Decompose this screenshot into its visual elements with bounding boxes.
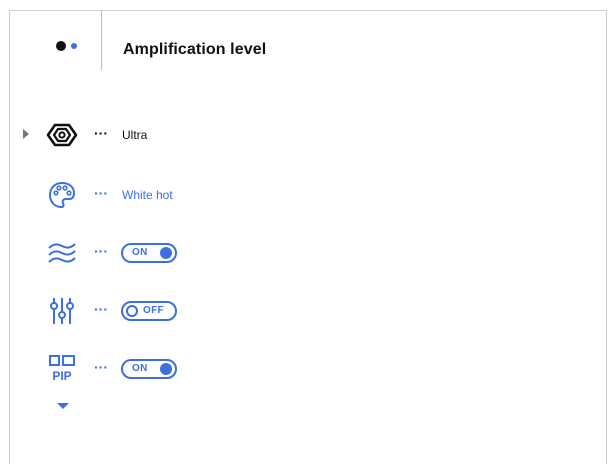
toggle-label: ON: [132, 363, 148, 374]
heat-waves-icon: [46, 237, 78, 269]
toggle-knob: [126, 305, 138, 317]
page-title: Amplification level: [123, 41, 267, 58]
more-ellipsis: ···: [94, 301, 108, 317]
toggle-knob: [160, 247, 172, 259]
page-indicator[interactable]: [51, 37, 91, 57]
menu-row-amplification[interactable]: ··· Ultra: [0, 117, 600, 153]
toggle-knob: [160, 363, 172, 375]
more-ellipsis: ···: [94, 243, 108, 259]
more-ellipsis: ···: [94, 125, 108, 141]
menu-row-heat-waves[interactable]: ··· ON: [0, 235, 600, 271]
selection-caret-icon: [23, 129, 29, 139]
heat-waves-toggle[interactable]: ON: [121, 243, 177, 263]
amplification-value: Ultra: [122, 128, 148, 142]
palette-value: White hot: [122, 188, 173, 202]
pip-icon: PIP: [46, 353, 78, 385]
palette-icon: [46, 179, 78, 211]
header: Amplification level: [9, 10, 607, 82]
header-divider: [101, 10, 102, 70]
sliders-toggle[interactable]: OFF: [121, 301, 177, 321]
amplification-hexagon-icon: [46, 119, 78, 151]
scroll-down-arrow-icon[interactable]: [57, 403, 69, 409]
menu-row-sliders[interactable]: ··· OFF: [0, 293, 600, 329]
toggle-label: OFF: [143, 305, 164, 316]
page-dot-active: [56, 41, 66, 51]
page-dot: [71, 43, 77, 49]
menu-row-palette[interactable]: ··· White hot: [0, 177, 600, 213]
pip-toggle[interactable]: ON: [121, 359, 177, 379]
menu-row-pip[interactable]: PIP ··· ON: [0, 351, 600, 387]
sliders-icon: [46, 295, 78, 327]
pip-icon-text: PIP: [52, 369, 71, 383]
more-ellipsis: ···: [94, 359, 108, 375]
more-ellipsis: ···: [94, 185, 108, 201]
toggle-label: ON: [132, 247, 148, 258]
